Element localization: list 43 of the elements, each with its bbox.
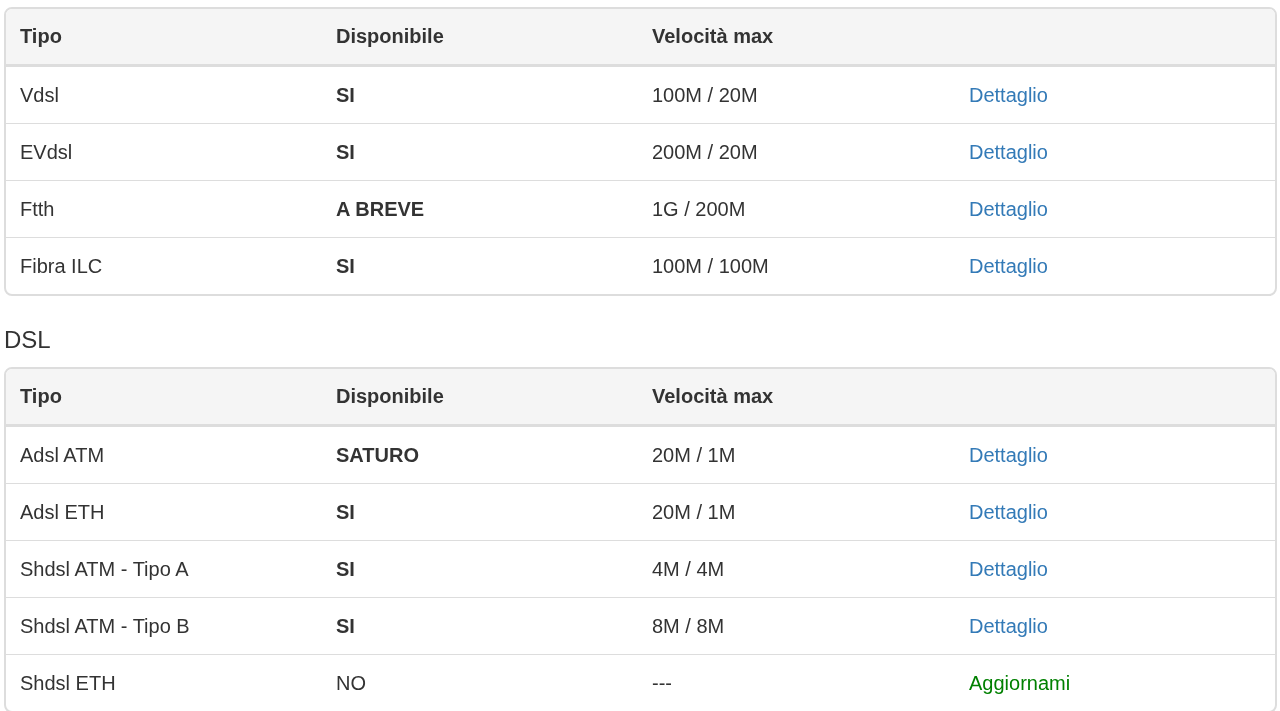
row-link[interactable]: Dettaglio [969,500,1048,523]
table-cell: Vdsl [20,83,59,107]
table-cell: 20M / 1M [652,500,736,524]
table-cell: 4M / 4M [652,557,725,581]
table-cell: Shdsl ATM - Tipo B [20,614,190,638]
table-cell: 20M / 1M [652,443,736,467]
row-link[interactable]: Dettaglio [969,254,1048,277]
table-cell: SI [336,83,355,107]
table-cell: NO [336,671,366,695]
table-cell: EVdsl [20,140,73,164]
table-cell: 8M / 8M [652,614,725,638]
row-link[interactable]: Dettaglio [969,557,1048,580]
table-cell: 100M / 20M [652,83,758,107]
table-cell: SI [336,140,355,164]
column-header: Tipo [20,25,62,48]
table-cell: Adsl ATM [20,443,105,467]
table-cell: 100M / 100M [652,254,769,278]
table-cell: Adsl ETH [20,500,105,524]
row-link[interactable]: Dettaglio [969,83,1048,106]
table-cell: 200M / 20M [652,140,758,164]
column-header: Disponibile [336,385,444,408]
table-cell: A BREVE [336,197,425,221]
column-header: Disponibile [336,25,444,48]
table-cell: SI [336,614,355,638]
row-link[interactable]: Aggiornami [969,671,1071,694]
column-header: Velocità max [652,25,774,48]
table-cell: Shdsl ETH [20,671,116,695]
row-link[interactable]: Dettaglio [969,443,1048,466]
table-cell: Ftth [20,197,55,221]
table-cell: SI [336,557,355,581]
column-header: Tipo [20,385,62,408]
table-cell: Shdsl ATM - Tipo A [20,557,189,581]
row-link[interactable]: Dettaglio [969,197,1048,220]
column-header: Velocità max [652,385,774,408]
row-link[interactable]: Dettaglio [969,614,1048,637]
table-cell: --- [652,671,672,695]
table-cell: 1G / 200M [652,197,746,221]
section-heading: DSL [4,326,52,354]
row-link[interactable]: Dettaglio [969,140,1048,163]
table-cell: SI [336,500,355,524]
table-cell: SI [336,254,355,278]
table-cell: Fibra ILC [20,254,103,278]
table-cell: SATURO [336,443,419,467]
